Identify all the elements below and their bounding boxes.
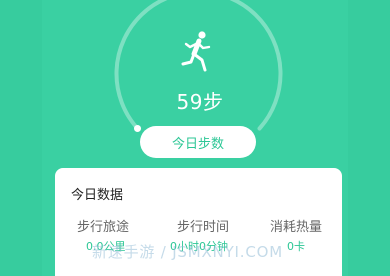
running-person-icon [178,30,218,74]
today-steps-button[interactable]: 今日步数 [140,126,256,158]
ring-start-dot [134,125,141,132]
stat-label-calories: 消耗热量 [270,220,323,235]
step-count: 59步 [176,90,224,114]
watermark: 新速手游 / JSMXNYI.COM [92,243,283,261]
card-title: 今日数据 [71,188,124,203]
stat-value-calories: 0卡 [287,240,305,253]
stat-label-walk-time: 步行时间 [177,220,230,235]
stat-label-walk-distance: 步行旅途 [77,220,130,235]
